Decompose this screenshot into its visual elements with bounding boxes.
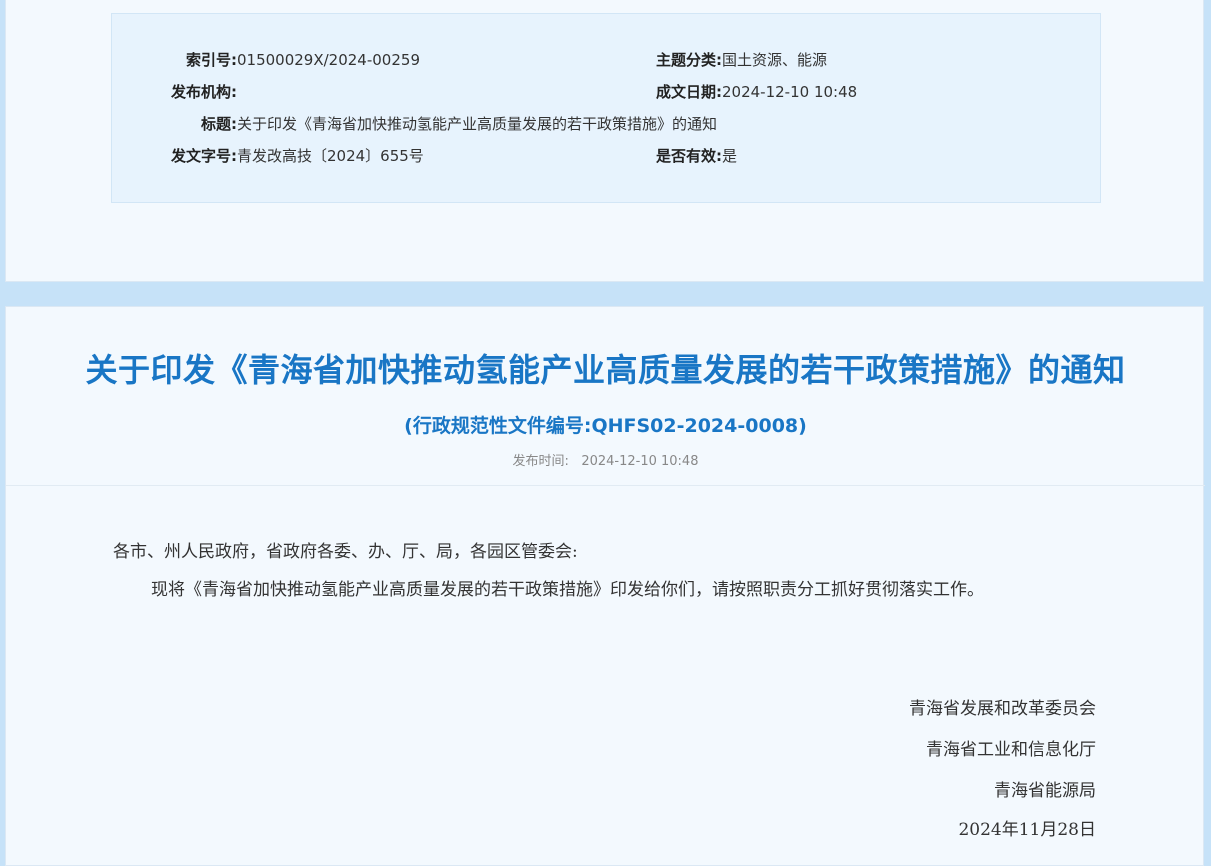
meta-publisher: 发布机构:	[112, 82, 237, 102]
meta-valid-label: 是否有效:	[656, 147, 722, 165]
body-paragraph: 现将《青海省加快推动氢能产业高质量发展的若干政策措施》印发给你们，请按照职责分工…	[151, 580, 984, 600]
meta-topic: 主题分类:国土资源、能源	[652, 50, 827, 70]
metadata-panel: 索引号:01500029X/2024-00259 主题分类:国土资源、能源 发布…	[5, 0, 1204, 282]
salutation: 各市、州人民政府，省政府各委、办、厅、局，各园区管委会:	[113, 542, 578, 562]
signature-energy: 青海省能源局	[994, 781, 1096, 801]
publish-time: 发布时间: 2024-12-10 10:48	[6, 450, 1205, 469]
document-title: 关于印发《青海省加快推动氢能产业高质量发展的若干政策措施》的通知	[85, 351, 1126, 389]
meta-index-label: 索引号:	[186, 51, 237, 69]
meta-index-value: 01500029X/2024-00259	[237, 51, 420, 69]
signature-miit: 青海省工业和信息化厅	[926, 740, 1096, 760]
meta-valid-value: 是	[722, 147, 738, 165]
meta-created-value: 2024-12-10 10:48	[722, 83, 858, 101]
document-subtitle: (行政规范性文件编号:QHFS02-2024-0008)	[404, 415, 807, 437]
meta-topic-label: 主题分类:	[656, 51, 722, 69]
meta-created: 成文日期:2024-12-10 10:48	[652, 82, 857, 102]
publish-time-value: 2024-12-10 10:48	[581, 454, 699, 469]
meta-created-label: 成文日期:	[656, 83, 722, 101]
meta-topic-value: 国土资源、能源	[722, 51, 828, 69]
meta-index: 索引号:01500029X/2024-00259	[112, 50, 420, 70]
meta-title-value: 关于印发《青海省加快推动氢能产业高质量发展的若干政策措施》的通知	[237, 115, 718, 133]
meta-docno: 发文字号:青发改高技〔2024〕655号	[112, 146, 424, 166]
meta-publisher-label: 发布机构:	[171, 83, 237, 101]
sign-date: 2024年11月28日	[958, 820, 1096, 840]
metadata-box: 索引号:01500029X/2024-00259 主题分类:国土资源、能源 发布…	[111, 13, 1101, 203]
meta-title: 标题:关于印发《青海省加快推动氢能产业高质量发展的若干政策措施》的通知	[112, 114, 717, 134]
divider	[6, 485, 1205, 486]
signature-ndrc: 青海省发展和改革委员会	[909, 699, 1096, 719]
meta-title-label: 标题:	[201, 115, 237, 133]
meta-valid: 是否有效:是	[652, 146, 737, 166]
meta-docno-value: 青发改高技〔2024〕655号	[237, 147, 424, 165]
document-panel: 关于印发《青海省加快推动氢能产业高质量发展的若干政策措施》的通知 (行政规范性文…	[5, 306, 1205, 866]
meta-docno-label: 发文字号:	[171, 147, 237, 165]
publish-time-label: 发布时间:	[512, 454, 569, 469]
